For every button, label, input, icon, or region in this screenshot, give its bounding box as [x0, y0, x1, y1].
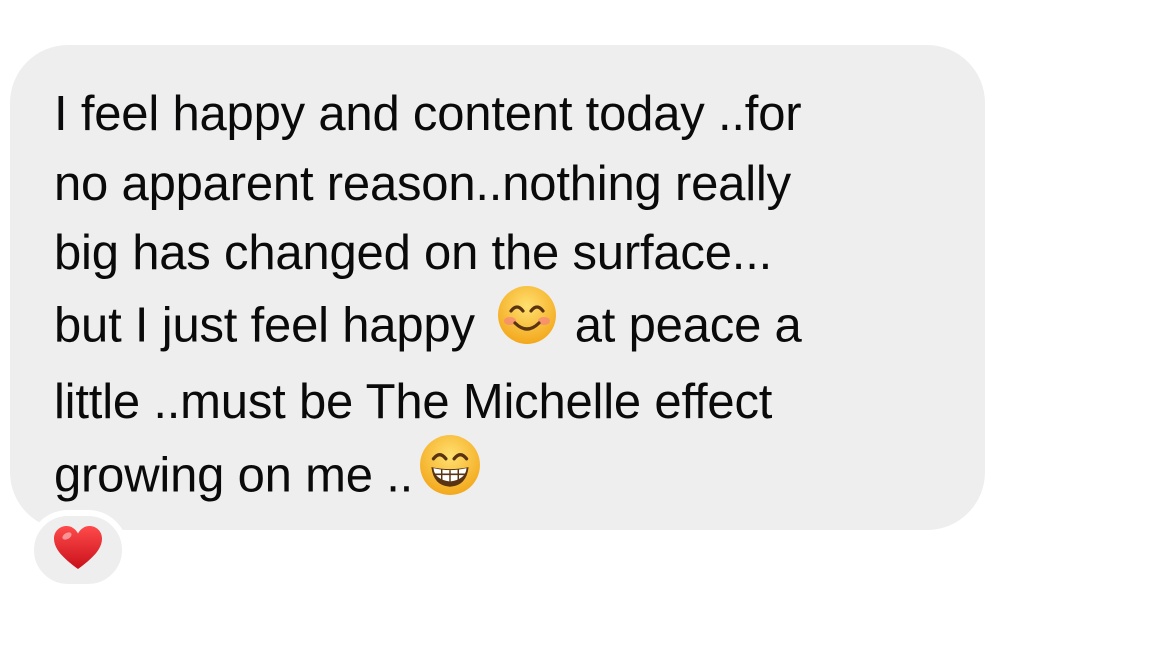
- message-text: I feel happy and content today ..for no …: [54, 80, 954, 519]
- smiling-face-with-smiling-eyes-icon: [497, 285, 557, 365]
- message-line: I feel happy and content today ..for: [54, 87, 802, 141]
- beaming-face-with-smiling-eyes-icon: [419, 434, 481, 516]
- reaction-badge[interactable]: [28, 510, 128, 590]
- message-line-with-emoji: but I just feel happy at peace a: [54, 285, 954, 369]
- message-line-with-emoji: growing on me ..: [54, 434, 954, 520]
- red-heart-icon: [53, 525, 103, 576]
- message-line: big has changed on the surface...: [54, 226, 773, 280]
- message-line-part: at peace a: [574, 298, 802, 353]
- message-line: no apparent reason..nothing really: [54, 156, 791, 211]
- message-line-part: growing on me ..: [54, 448, 414, 503]
- message-line: little ..must be The Michelle effect: [54, 375, 773, 429]
- message-line-part: but I just feel happy: [54, 298, 475, 353]
